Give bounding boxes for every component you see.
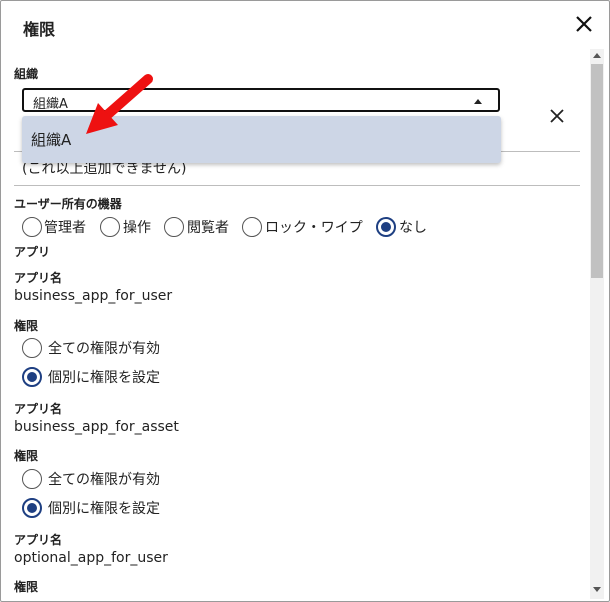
org-dropdown-option[interactable]: 組織A [31,129,71,150]
org-select-value: 組織A [33,97,68,112]
scroll-down-icon[interactable] [593,587,601,592]
dialog-title: 権限 [23,20,56,39]
app2-radio-individual[interactable] [22,498,42,518]
permission-dialog: 権限 組織 組織A (これ以上追加できません) 組織A ユーザー所有の機器 管理… [0,0,610,602]
divider [14,185,580,186]
device-option-label: 閲覧者 [187,220,229,236]
org-dropdown-menu: 組織A [22,116,501,163]
app-permission-label: 権限 [14,449,39,463]
device-option-label: ロック・ワイプ [265,220,363,236]
device-option-label: 操作 [123,220,151,236]
app-name-label: アプリ名 [14,402,63,416]
device-option-label: なし [399,220,427,236]
scrollbar-thumb[interactable] [591,64,603,278]
remove-org-icon[interactable] [548,107,566,125]
device-radio-viewer[interactable] [164,217,184,237]
app-permission-label: 権限 [14,580,39,594]
app-name-value: optional_app_for_user [14,550,168,566]
app-permission-label: 権限 [14,319,39,333]
radio-label-all: 全ての権限が有効 [48,341,160,357]
app-name-label: アプリ名 [14,271,63,285]
scroll-up-icon[interactable] [593,53,601,58]
app1-radio-all[interactable] [22,338,42,358]
org-select[interactable]: 組織A [22,88,500,112]
app-name-label: アプリ名 [14,533,63,547]
app1-radio-individual[interactable] [22,367,42,387]
device-label: ユーザー所有の機器 [14,197,122,211]
device-radio-lock-wipe[interactable] [242,217,262,237]
radio-label-individual: 個別に権限を設定 [48,370,160,386]
device-radio-none[interactable] [376,217,396,237]
app-name-value: business_app_for_user [14,288,173,304]
apps-section-label: アプリ [14,245,51,259]
caret-up-icon [474,99,482,104]
device-option-label: 管理者 [44,220,86,236]
app2-radio-all[interactable] [22,469,42,489]
radio-label-all: 全ての権限が有効 [48,472,160,488]
close-icon[interactable] [572,12,596,36]
device-radio-admin[interactable] [22,217,42,237]
org-label: 組織 [14,67,39,81]
device-radio-operate[interactable] [100,217,120,237]
radio-label-individual: 個別に権限を設定 [48,501,160,517]
app-name-value: business_app_for_asset [14,419,179,435]
